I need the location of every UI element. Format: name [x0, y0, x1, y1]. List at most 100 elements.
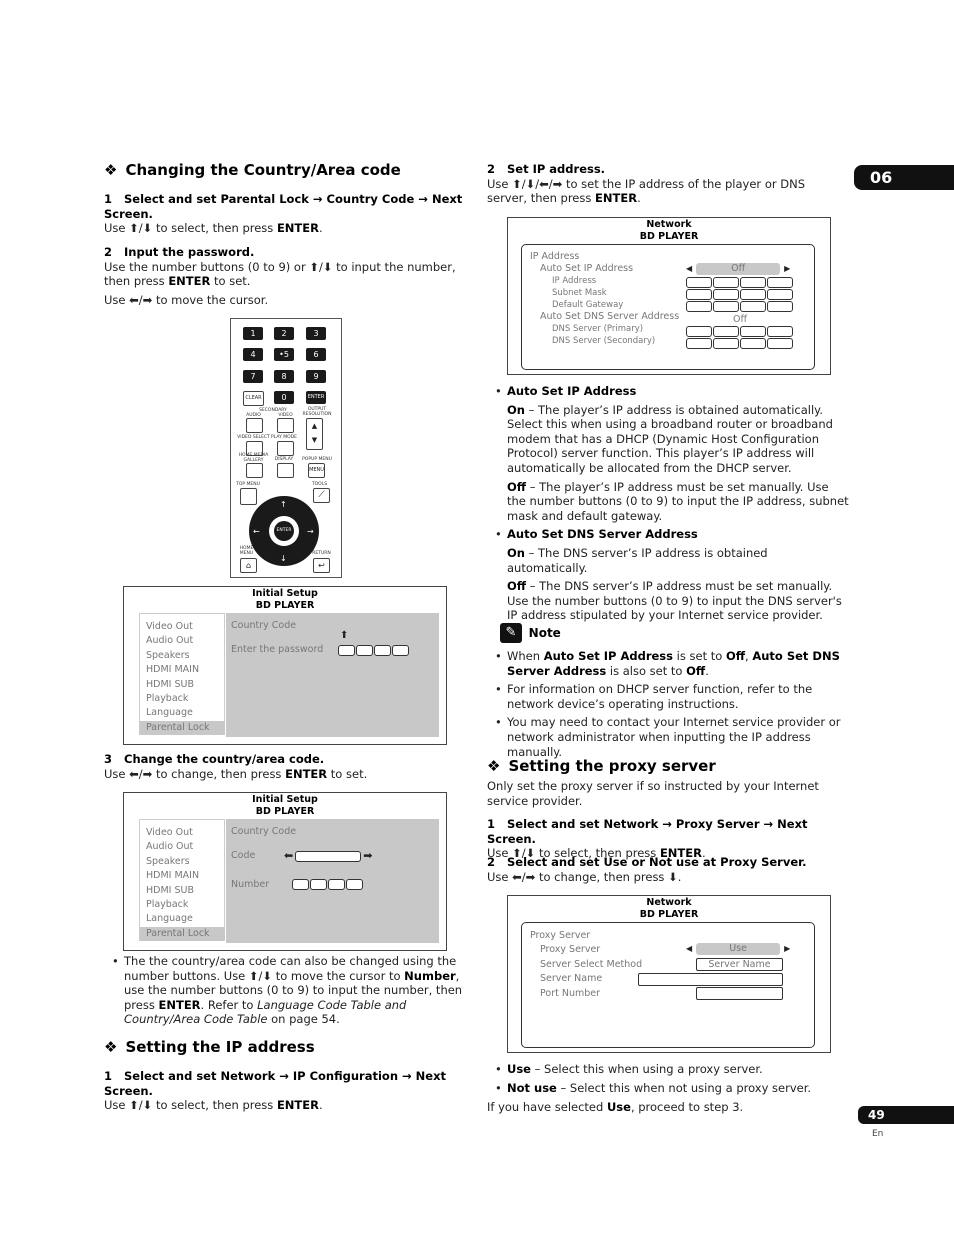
setup-panel: Country Code Code ⬅ ➡ Number: [226, 819, 439, 943]
menu-item[interactable]: HDMI MAIN: [146, 869, 224, 883]
initial-setup-screen-password: Initial Setup BD PLAYER Video Out Audio …: [123, 586, 447, 745]
arrow-left-icon: ←: [253, 527, 260, 536]
remote-control-illustration: 1 2 3 4 •5 6 7 8 9 CLEAR 0 ENTER SECONDA…: [230, 318, 342, 578]
list-item: Auto Set DNS Server Address On – The DNS…: [487, 527, 849, 623]
port-number-field[interactable]: [696, 987, 783, 1000]
pencil-note-icon: ✎: [500, 623, 522, 643]
ip-options-list: Auto Set IP Address On – The player’s IP…: [487, 384, 849, 623]
key-top-menu: [240, 488, 257, 505]
ip-step-1: 1 Select and set Network → IP Configurati…: [104, 1069, 446, 1113]
note-heading: ✎ Note: [500, 623, 561, 643]
section-title-country: ❖ Changing the Country/Area code: [104, 161, 401, 179]
code-selector[interactable]: ⬅ ➡: [284, 849, 372, 863]
key-0: 0: [274, 391, 294, 404]
menu-item[interactable]: Speakers: [146, 649, 224, 663]
chapter-tab: 06: [854, 165, 954, 190]
proxy-intro: Only set the proxy server if so instruct…: [487, 779, 819, 808]
menu-item[interactable]: Audio Out: [146, 634, 224, 648]
port-number-row[interactable]: Port Number: [530, 987, 642, 1001]
ip-step-2: 2 Set IP address. Use ⬆/⬇/⬅/➡ to set the …: [487, 162, 805, 206]
key-7: 7: [243, 370, 263, 383]
menu-item[interactable]: Playback: [146, 692, 224, 706]
key-8: 8: [274, 370, 294, 383]
auto-dns-value[interactable]: Off: [686, 314, 794, 326]
key-audio: [246, 418, 263, 433]
arrow-left-icon: ⬅: [284, 849, 294, 862]
page-lang: En: [872, 1129, 884, 1139]
menu-item[interactable]: HDMI SUB: [146, 884, 224, 898]
note-list: When Auto Set IP Address is set to Off, …: [487, 649, 849, 759]
network-ip-screen: Network BD PLAYER IP Address Auto Set IP…: [507, 217, 831, 375]
list-item: You may need to contact your Internet se…: [487, 715, 849, 759]
key-3: 3: [306, 327, 326, 340]
auto-set-ip-row[interactable]: Auto Set IP Address: [530, 263, 679, 275]
proxy-step-2: 2 Select and set Use or Not use at Proxy …: [487, 855, 807, 884]
key-4: 4: [243, 348, 263, 361]
setup-menu: Video Out Audio Out Speakers HDMI MAIN H…: [139, 819, 225, 942]
step-3: 3 Change the country/area code. Use ⬅/➡ t…: [104, 752, 368, 781]
password-field[interactable]: [338, 644, 410, 658]
number-field[interactable]: [292, 878, 364, 892]
key-return: ↩: [313, 558, 330, 573]
key-display: [277, 463, 294, 478]
key-play-mode: [277, 441, 294, 456]
server-select-method-field[interactable]: Server Name: [696, 958, 783, 971]
key-clear: CLEAR: [243, 391, 264, 406]
setup-menu: Video Out Audio Out Speakers HDMI MAIN H…: [139, 613, 225, 736]
menu-item[interactable]: Playback: [146, 898, 224, 912]
proxy-options-list: Use – Select this when using a proxy ser…: [487, 1062, 849, 1095]
setup-panel: Country Code Enter the password ⬆⬇: [226, 613, 439, 737]
step-1: 1 Select and set Parental Lock → Country …: [104, 192, 463, 236]
menu-item-selected[interactable]: Parental Lock: [140, 720, 225, 736]
manual-page: 06 49 En ❖ Changing the Country/Area code…: [0, 0, 954, 1244]
dns-fields[interactable]: [686, 326, 794, 350]
list-item: Use – Select this when using a proxy ser…: [487, 1062, 849, 1077]
key-popup: MENU: [308, 463, 325, 478]
key-2: 2: [274, 327, 294, 340]
diamond-bullet-icon: ❖: [104, 1038, 118, 1056]
ip-fields[interactable]: [686, 277, 794, 313]
menu-item[interactable]: HDMI MAIN: [146, 663, 224, 677]
menu-item[interactable]: Video Out: [146, 620, 224, 634]
arrow-right-icon: ➡: [363, 849, 373, 862]
initial-setup-screen-code: Initial Setup BD PLAYER Video Out Audio …: [123, 792, 447, 951]
auto-ip-selector[interactable]: ◀ Off ▶: [686, 263, 790, 275]
list-item: When Auto Set IP Address is set to Off, …: [487, 649, 849, 678]
key-9: 9: [306, 370, 326, 383]
key-resolution: ▲ ▼: [306, 418, 323, 450]
page-number: 49: [858, 1106, 954, 1124]
key-enter: ENTER: [306, 391, 326, 404]
key-tools: ⟋: [313, 488, 330, 503]
step-2: 2 Input the password. Use the number butt…: [104, 245, 456, 307]
proxy-server-row[interactable]: Proxy Server: [530, 943, 642, 957]
country-note-list: The the country/area code can also be ch…: [104, 954, 466, 1027]
key-home-menu: ⌂: [240, 558, 257, 573]
menu-item-selected[interactable]: Parental Lock: [140, 926, 225, 942]
diamond-bullet-icon: ❖: [487, 757, 501, 775]
server-name-field[interactable]: [638, 973, 783, 986]
key-6: 6: [306, 348, 326, 361]
list-item: The the country/area code can also be ch…: [104, 954, 466, 1027]
proxy-selector[interactable]: ◀ Use ▶: [686, 943, 790, 955]
diamond-bullet-icon: ❖: [104, 161, 118, 179]
menu-item[interactable]: Speakers: [146, 855, 224, 869]
list-item: Not use – Select this when not using a p…: [487, 1081, 849, 1096]
arrow-down-icon: ↓: [280, 554, 287, 563]
section-title-proxy: ❖ Setting the proxy server: [487, 757, 716, 775]
key-home-media: [246, 463, 263, 478]
key-video: [277, 418, 294, 433]
menu-item[interactable]: Audio Out: [146, 840, 224, 854]
arrow-up-icon: ↑: [280, 500, 287, 509]
server-name-row[interactable]: Server Name: [530, 972, 642, 986]
auto-set-dns-row[interactable]: Auto Set DNS Server Address: [530, 311, 679, 323]
key-1: 1: [243, 327, 263, 340]
menu-item[interactable]: Language: [146, 912, 224, 926]
key-5: •5: [274, 348, 294, 361]
list-item: Auto Set IP Address On – The player’s IP…: [487, 384, 849, 523]
menu-item[interactable]: Video Out: [146, 826, 224, 840]
server-select-method-row[interactable]: Server Select Method: [530, 958, 642, 972]
arrow-right-icon: →: [307, 527, 314, 536]
list-item: For information on DHCP server function,…: [487, 682, 849, 711]
menu-item[interactable]: Language: [146, 706, 224, 720]
menu-item[interactable]: HDMI SUB: [146, 678, 224, 692]
